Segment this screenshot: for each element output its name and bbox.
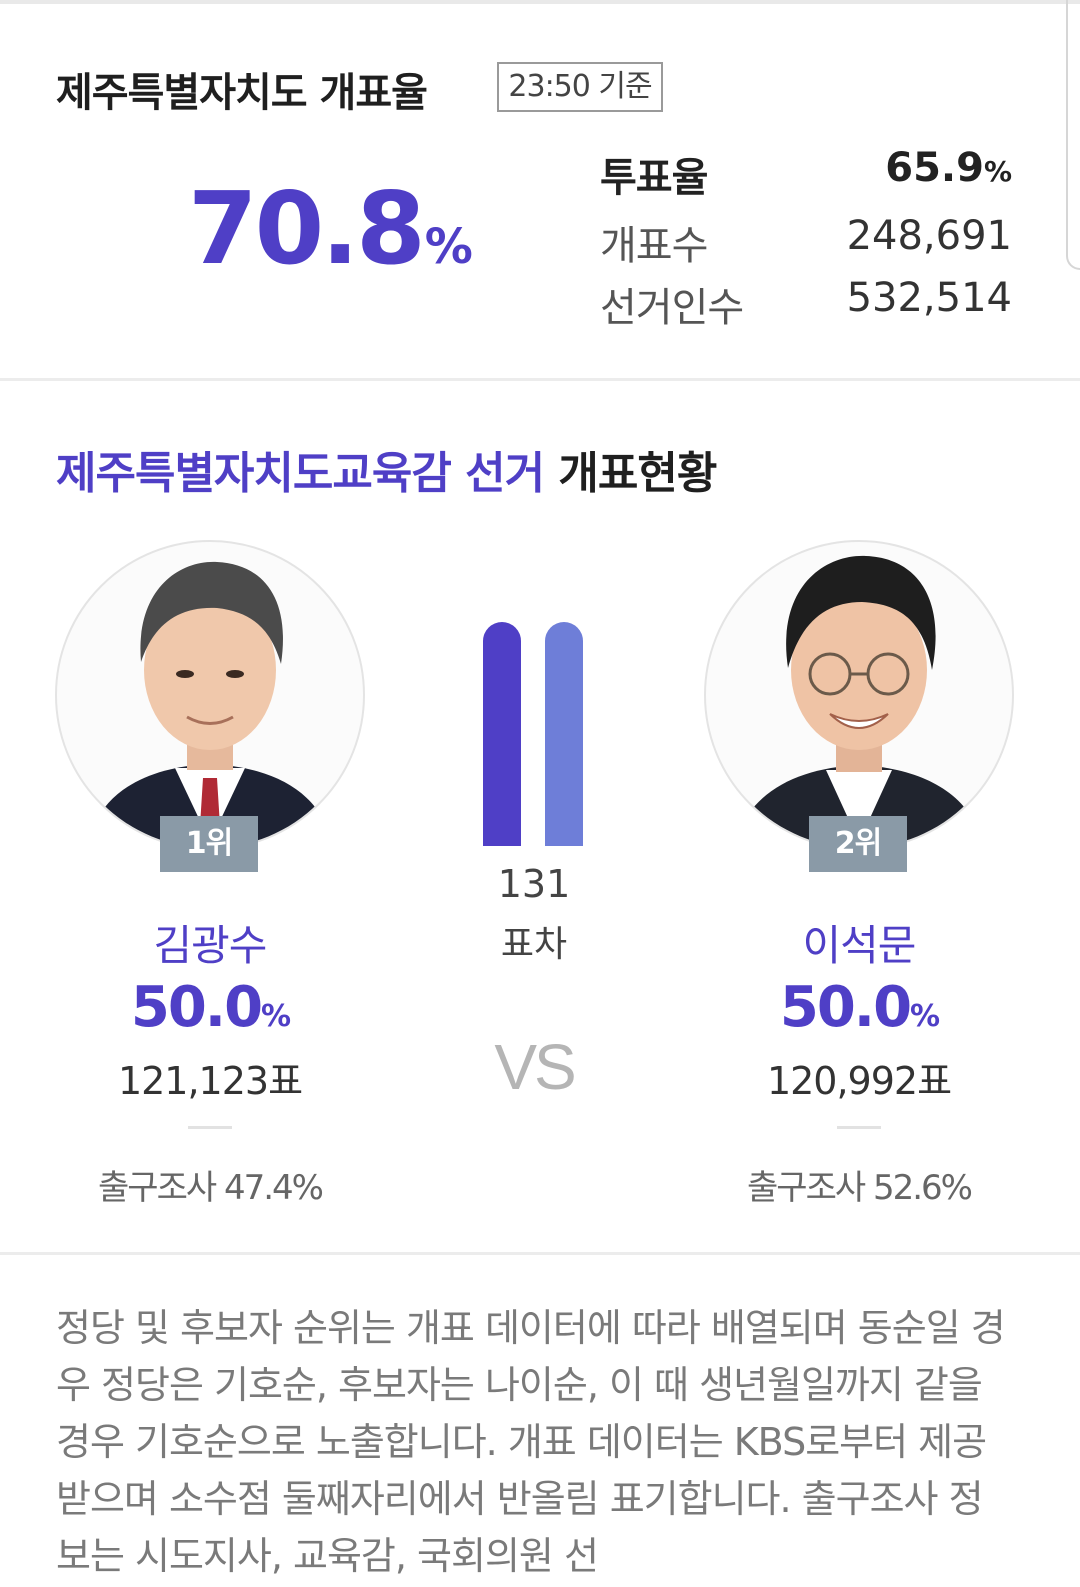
candidate-photo-2	[704, 540, 1014, 850]
turnout-label: 투표율	[600, 155, 708, 201]
candidate-pct-1: 50.0%	[55, 975, 365, 1040]
as-of-time-badge: 23:50 기준	[497, 62, 663, 112]
candidate-card-2[interactable]: 2위 이석문 50.0% 120,992표 출구조사 52.6%	[704, 540, 1014, 1240]
candidate-name-2[interactable]: 이석문	[704, 912, 1014, 973]
candidate-name-1[interactable]: 김광수	[55, 912, 365, 973]
candidate-photo-1	[55, 540, 365, 850]
candidate-exit-poll-1: 출구조사 47.4%	[98, 1168, 324, 1208]
electorate-label: 선거인수	[600, 285, 744, 331]
counted-votes-label: 개표수	[600, 223, 708, 269]
vote-margin-value: 131	[497, 862, 571, 906]
count-rate-value: 70.8%	[188, 170, 473, 287]
electorate-value: 532,514	[846, 275, 1012, 321]
candidate-pct-unit-1: %	[261, 999, 291, 1034]
scroll-edge	[1066, 0, 1080, 270]
candidate-card-1[interactable]: 1위 김광수 50.0% 121,123표 출구조사 47.4%	[55, 540, 365, 1240]
counted-votes-value: 248,691	[846, 213, 1012, 259]
vote-share-bar-1	[483, 622, 521, 846]
race-title: 제주특별자치도교육감 선거 개표현황	[56, 437, 717, 501]
top-divider	[0, 0, 1080, 4]
vote-margin-label: 표차	[500, 924, 568, 965]
candidate-pct-2: 50.0%	[704, 975, 1014, 1040]
candidate-pct-number-2: 50.0	[779, 975, 912, 1040]
count-rate-unit: %	[424, 219, 473, 275]
vote-share-bars	[482, 622, 586, 846]
rank-badge-1: 1위	[160, 816, 258, 872]
vs-label: VS	[494, 1031, 576, 1103]
section-divider-2	[0, 1252, 1080, 1255]
election-results-page: 제주특별자치도 개표율 23:50 기준 70.8% 투표율 65.9% 개표수…	[0, 0, 1080, 1587]
candidate-votes-2: 120,992표	[766, 1059, 952, 1103]
turnout-number: 65.9	[885, 145, 984, 191]
candidate-divider-2	[837, 1126, 881, 1129]
race-title-rest: 개표현황	[558, 448, 717, 499]
candidate-pct-unit-2: %	[910, 999, 940, 1034]
turnout-unit: %	[983, 155, 1012, 188]
vote-share-bar-2	[545, 622, 583, 846]
race-title-highlight: 제주특별자치도교육감 선거	[56, 448, 545, 499]
candidate-portrait-2	[734, 555, 984, 848]
section-divider	[0, 378, 1080, 381]
candidate-pct-number-1: 50.0	[130, 975, 263, 1040]
candidate-votes-1: 121,123표	[117, 1059, 303, 1103]
count-rate-number: 70.8	[188, 170, 426, 287]
disclaimer-text: 정당 및 후보자 순위는 개표 데이터에 따라 배열되며 동순일 경우 정당은 …	[56, 1306, 1006, 1578]
turnout-value: 65.9%	[885, 145, 1012, 191]
candidate-portrait-1	[87, 561, 333, 848]
count-rate-title: 제주특별자치도 개표율	[56, 70, 428, 116]
candidate-exit-poll-2: 출구조사 52.6%	[747, 1168, 973, 1208]
candidate-divider-1	[188, 1126, 232, 1129]
rank-badge-2: 2위	[809, 816, 907, 872]
